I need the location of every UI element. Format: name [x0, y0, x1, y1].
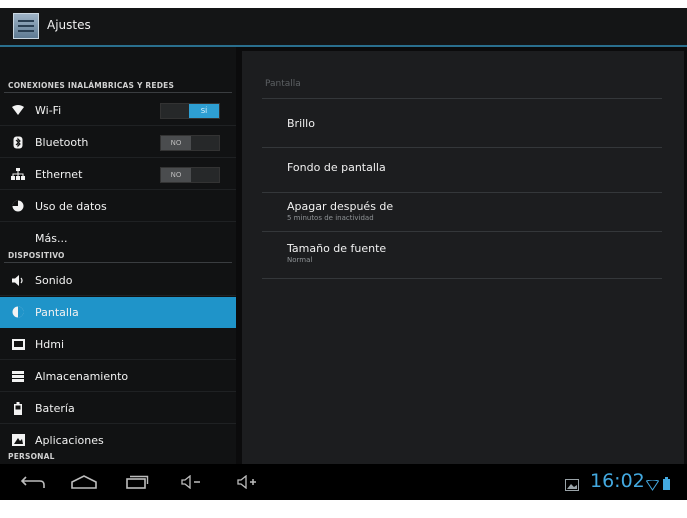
back-icon[interactable]: [20, 474, 46, 493]
sidebar-item-label: Uso de datos: [35, 200, 107, 213]
screenshot-notification-icon[interactable]: [565, 476, 579, 495]
battery-icon: [11, 401, 25, 415]
ethernet-toggle-label: NO: [161, 168, 191, 182]
sidebar-item-storage[interactable]: Almacenamiento: [0, 361, 236, 392]
sidebar-item-label: Ethernet: [35, 168, 83, 181]
sidebar-item-label: Hdmi: [35, 338, 65, 351]
setting-title: Brillo: [287, 117, 315, 130]
settings-sidebar: CONEXIONES INALÁMBRICAS Y REDES Wi-Fi SÍ…: [0, 47, 236, 464]
sidebar-item-label: Bluetooth: [35, 136, 89, 149]
sidebar-item-wifi[interactable]: Wi-Fi SÍ: [0, 95, 236, 126]
app-title: Ajustes: [47, 18, 91, 32]
setting-title: Tamaño de fuente: [287, 242, 387, 255]
wifi-toggle[interactable]: SÍ: [160, 103, 220, 119]
sidebar-item-sound[interactable]: Sonido: [0, 265, 236, 296]
setting-wallpaper[interactable]: Fondo de pantalla: [287, 161, 667, 174]
setting-summary: Normal: [287, 256, 313, 264]
sidebar-item-data-usage[interactable]: Uso de datos: [0, 191, 236, 222]
sidebar-item-hdmi[interactable]: Hdmi: [0, 329, 236, 360]
status-clock: 16:02: [590, 470, 645, 492]
sidebar-item-label: Batería: [35, 402, 75, 415]
setting-title: Apagar después de: [287, 200, 394, 213]
sidebar-item-label: Sonido: [35, 274, 73, 287]
sidebar-item-label: Aplicaciones: [35, 434, 104, 447]
setting-summary: 5 minutos de inactividad: [287, 214, 374, 222]
setting-font-size[interactable]: Tamaño de fuente Normal: [287, 242, 667, 264]
display-settings-pane: Pantalla Brillo Fondo de pantalla Apagar…: [242, 51, 684, 464]
wifi-signal-icon: [645, 476, 660, 495]
wifi-toggle-label: SÍ: [189, 104, 219, 118]
hdmi-icon: [11, 337, 25, 351]
ethernet-icon: [11, 167, 25, 181]
volume-up-icon[interactable]: [236, 474, 258, 493]
volume-down-icon[interactable]: [180, 474, 202, 493]
sidebar-item-label: Wi-Fi: [35, 104, 62, 117]
sidebar-item-label: Almacenamiento: [35, 370, 129, 383]
sidebar-item-label: Pantalla: [35, 306, 79, 319]
bluetooth-toggle[interactable]: NO: [160, 135, 220, 151]
battery-status-icon: [663, 475, 670, 494]
system-nav-bar: 16:02: [0, 464, 687, 500]
setting-title: Fondo de pantalla: [287, 161, 386, 174]
section-header-device: DISPOSITIVO: [8, 251, 65, 260]
display-icon: [11, 305, 25, 319]
sidebar-item-display[interactable]: Pantalla: [0, 297, 236, 328]
sidebar-item-label: Más...: [35, 232, 68, 245]
speaker-icon: [11, 273, 25, 287]
pane-title: Pantalla: [265, 79, 301, 89]
section-header-personal: PERSONAL: [8, 452, 55, 461]
setting-brightness[interactable]: Brillo: [287, 117, 667, 130]
sidebar-item-more[interactable]: Más...: [0, 223, 236, 254]
recent-apps-icon[interactable]: [125, 474, 149, 493]
apps-icon: [11, 433, 25, 447]
ethernet-toggle[interactable]: NO: [160, 167, 220, 183]
home-icon[interactable]: [70, 474, 98, 493]
sidebar-item-bluetooth[interactable]: Bluetooth NO: [0, 127, 236, 158]
storage-icon: [11, 369, 25, 383]
sidebar-item-battery[interactable]: Batería: [0, 393, 236, 424]
setting-sleep[interactable]: Apagar después de 5 minutos de inactivid…: [287, 200, 667, 222]
bluetooth-icon: [11, 135, 25, 149]
wifi-icon: [11, 103, 25, 117]
action-bar: Ajustes: [0, 8, 687, 47]
tablet-screen: Ajustes CONEXIONES INALÁMBRICAS Y REDES …: [0, 8, 687, 500]
data-usage-icon: [11, 199, 25, 213]
settings-app-icon[interactable]: [13, 13, 39, 39]
sidebar-item-ethernet[interactable]: Ethernet NO: [0, 159, 236, 190]
section-header-wireless: CONEXIONES INALÁMBRICAS Y REDES: [8, 81, 175, 90]
bluetooth-toggle-label: NO: [161, 136, 191, 150]
